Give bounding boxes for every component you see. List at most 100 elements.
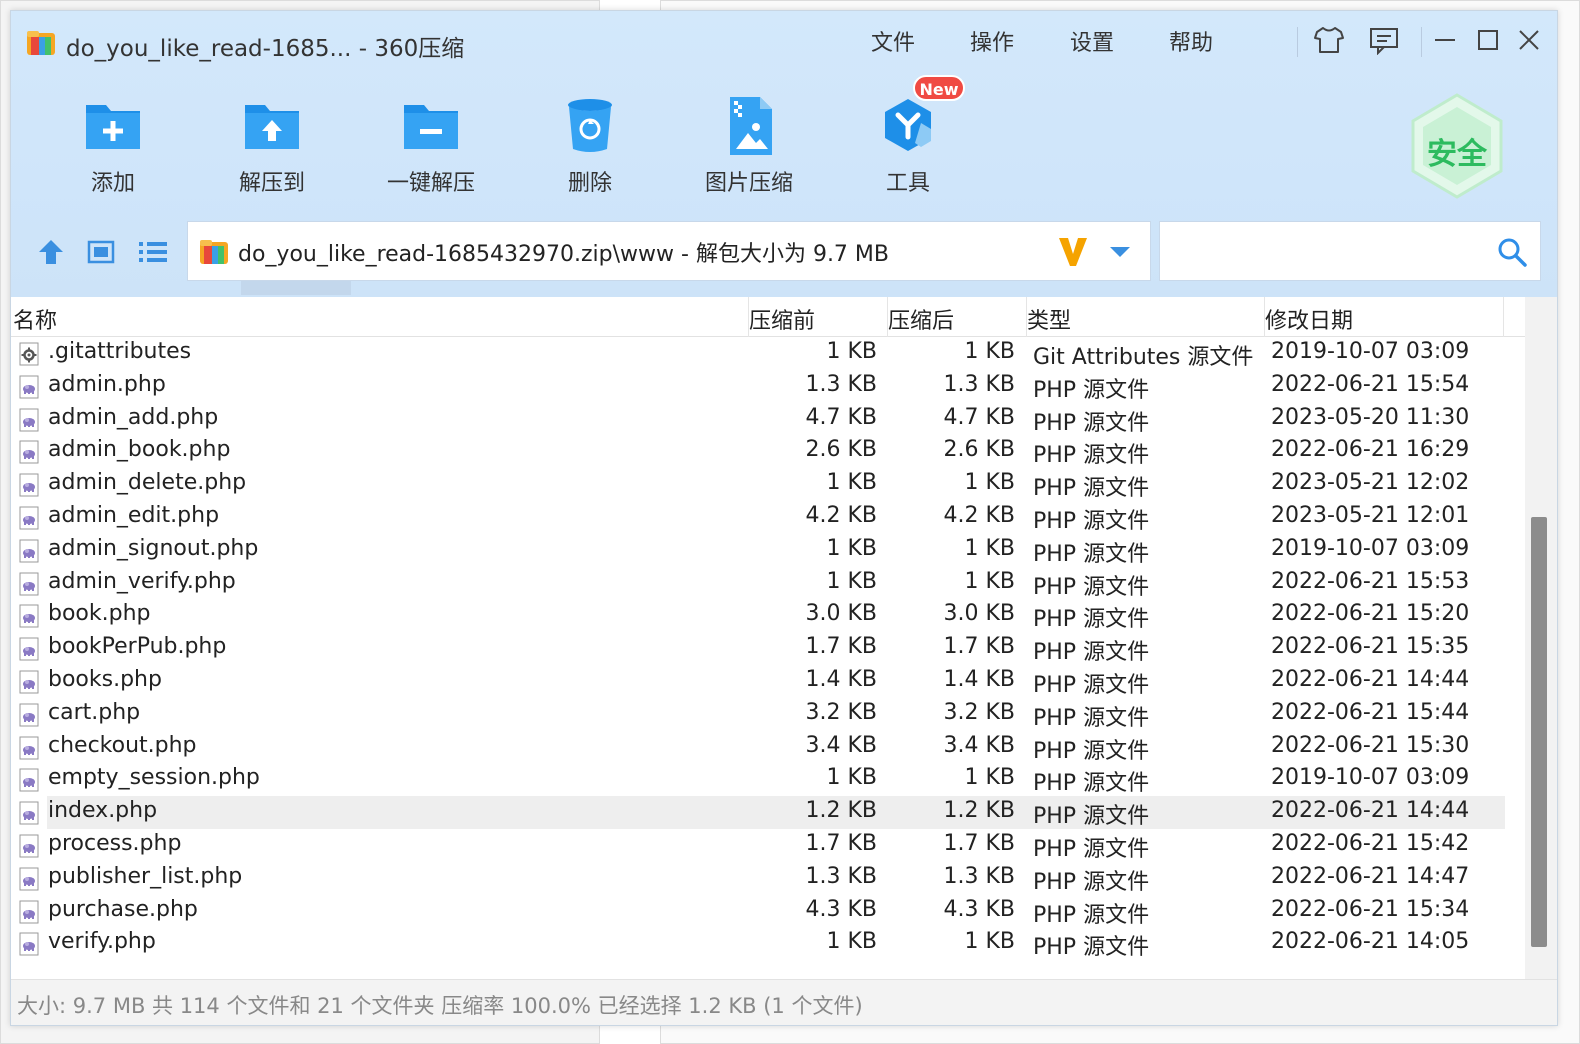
search-icon[interactable] xyxy=(1496,236,1528,268)
menu-settings[interactable]: 设置 xyxy=(1070,25,1114,57)
file-row[interactable]: empty_session.php 1 KB 1 KB PHP 源文件 2019-10-… xyxy=(11,763,1525,796)
file-row[interactable]: admin_signout.php 1 KB 1 KB PHP 源文件 2019-10-… xyxy=(11,534,1525,567)
file-size: 4.3 KB xyxy=(805,896,878,922)
file-modified-date: 2022-06-21 14:05 xyxy=(1271,929,1470,955)
file-row[interactable]: index.php 1.2 KB 1.2 KB PHP 源文件 2022-06-21 1… xyxy=(11,796,1525,829)
php-file-icon xyxy=(19,932,39,956)
file-modified-date: 2019-10-07 03:09 xyxy=(1271,535,1470,561)
file-name: admin_verify.php xyxy=(48,568,236,594)
thumbnail-view-button[interactable] xyxy=(81,231,121,273)
column-type[interactable]: 类型 xyxy=(1027,303,1071,335)
file-row[interactable]: book.php 3.0 KB 3.0 KB PHP 源文件 2022-06-21 15… xyxy=(11,599,1525,632)
php-file-icon xyxy=(19,572,39,596)
file-row[interactable]: verify.php 1 KB 1 KB PHP 源文件 2022-06-21 14:0… xyxy=(11,927,1525,960)
one-click-extract-icon xyxy=(404,105,458,149)
file-type: PHP 源文件 xyxy=(1033,476,1150,502)
column-size[interactable]: 压缩前 xyxy=(749,303,815,335)
maximize-button[interactable] xyxy=(1470,23,1506,57)
file-size: 1 KB xyxy=(826,339,877,364)
extract-to-button[interactable]: 解压到 xyxy=(212,93,332,203)
search-input[interactable] xyxy=(1168,230,1488,272)
file-name: empty_session.php xyxy=(48,765,260,791)
file-size: 1 KB xyxy=(826,535,877,561)
minimize-icon xyxy=(1435,39,1455,41)
file-type: PHP 源文件 xyxy=(1033,541,1150,567)
column-name[interactable]: 名称 xyxy=(13,303,57,335)
menu-file[interactable]: 文件 xyxy=(871,25,915,57)
column-compressed[interactable]: 压缩后 xyxy=(888,303,954,335)
file-row[interactable]: .gitattributes 1 KB 1 KB Git Attributes 源文件… xyxy=(11,337,1525,370)
status-bar: 大小: 9.7 MB 共 114 个文件和 21 个文件夹 压缩率 100.0%… xyxy=(11,979,1557,1025)
file-name: cart.php xyxy=(48,699,141,725)
file-compressed-size: 3.4 KB xyxy=(943,732,1016,758)
menu-help[interactable]: 帮助 xyxy=(1169,25,1213,57)
file-type: PHP 源文件 xyxy=(1033,771,1150,797)
delete-button[interactable]: 删除 xyxy=(530,93,650,203)
file-compressed-size: 1.7 KB xyxy=(943,634,1016,660)
column-divider[interactable] xyxy=(1503,297,1504,337)
file-size: 1.2 KB xyxy=(805,798,878,824)
php-file-icon xyxy=(19,604,39,628)
one-click-extract-button[interactable]: 一键解压 xyxy=(371,93,491,203)
file-name: bookPerPub.php xyxy=(48,634,227,660)
file-modified-date: 2022-06-21 14:44 xyxy=(1271,798,1470,824)
minimize-button[interactable] xyxy=(1427,23,1463,57)
scrollbar-thumb[interactable] xyxy=(1531,517,1547,947)
file-row[interactable]: admin_delete.php 1 KB 1 KB PHP 源文件 2023-05-2… xyxy=(11,468,1525,501)
up-level-button[interactable] xyxy=(31,231,71,273)
file-row[interactable]: admin_edit.php 4.2 KB 4.2 KB PHP 源文件 2023-05… xyxy=(11,501,1525,534)
file-row[interactable]: admin_verify.php 1 KB 1 KB PHP 源文件 2022-06-2… xyxy=(11,567,1525,600)
security-shield[interactable]: 安全 xyxy=(1407,91,1507,203)
file-modified-date: 2022-06-21 15:44 xyxy=(1271,699,1470,725)
file-row[interactable]: books.php 1.4 KB 1.4 KB PHP 源文件 2022-06-21 1… xyxy=(11,665,1525,698)
tools-button[interactable]: 工具 xyxy=(848,93,968,203)
file-row[interactable]: bookPerPub.php 1.7 KB 1.7 KB PHP 源文件 2022-06… xyxy=(11,632,1525,665)
file-list: 名称 压缩前 压缩后 类型 修改日期 .gitattributes 1 KB 1 K… xyxy=(11,297,1525,979)
file-row[interactable]: admin.php 1.3 KB 1.3 KB PHP 源文件 2022-06-21 1… xyxy=(11,370,1525,403)
arrow-up-icon xyxy=(39,240,63,264)
chevron-down-icon[interactable] xyxy=(1108,244,1132,260)
app-window: do_you_like_read-1685... - 360压缩 文件 操作 设… xyxy=(10,10,1558,1026)
menu-operation[interactable]: 操作 xyxy=(970,25,1014,57)
close-button[interactable] xyxy=(1511,23,1547,57)
file-row[interactable]: admin_book.php 2.6 KB 2.6 KB PHP 源文件 2022-06… xyxy=(11,435,1525,468)
column-modified[interactable]: 修改日期 xyxy=(1265,303,1353,335)
vertical-scrollbar[interactable] xyxy=(1525,297,1557,979)
file-type: PHP 源文件 xyxy=(1033,410,1150,436)
add-button[interactable]: 添加 xyxy=(53,93,173,203)
feedback-button[interactable] xyxy=(1366,23,1402,57)
file-size: 3.2 KB xyxy=(805,699,878,725)
file-row[interactable]: purchase.php 4.3 KB 4.3 KB PHP 源文件 2022-06-2… xyxy=(11,895,1525,928)
tools-label: 工具 xyxy=(885,171,930,196)
file-compressed-size: 4.3 KB xyxy=(943,896,1016,922)
panel-splitter[interactable] xyxy=(241,281,351,295)
delete-label: 删除 xyxy=(567,171,612,196)
file-size: 2.6 KB xyxy=(805,437,878,463)
file-row[interactable]: cart.php 3.2 KB 3.2 KB PHP 源文件 2022-06-21 15… xyxy=(11,698,1525,731)
skin-button[interactable] xyxy=(1311,23,1347,57)
file-name: admin_delete.php xyxy=(48,470,247,496)
file-size: 1.7 KB xyxy=(805,634,878,660)
php-file-icon xyxy=(19,670,39,694)
file-row[interactable]: admin_add.php 4.7 KB 4.7 KB PHP 源文件 2023-05-… xyxy=(11,403,1525,436)
close-icon xyxy=(1519,30,1539,50)
file-row[interactable]: checkout.php 3.4 KB 3.4 KB PHP 源文件 2022-06-2… xyxy=(11,731,1525,764)
file-row[interactable]: process.php 1.7 KB 1.7 KB PHP 源文件 2022-06-21… xyxy=(11,829,1525,862)
title-separator xyxy=(1297,27,1298,57)
php-file-icon xyxy=(19,834,39,858)
title-bar[interactable]: do_you_like_read-1685... - 360压缩 文件 操作 设… xyxy=(11,11,1557,71)
file-row[interactable]: publisher_list.php 1.3 KB 1.3 KB PHP 源文件 202… xyxy=(11,862,1525,895)
file-type: PHP 源文件 xyxy=(1033,377,1150,403)
maximize-icon xyxy=(1478,30,1498,50)
image-compress-button[interactable]: 图片压缩 xyxy=(689,93,809,203)
file-compressed-size: 1 KB xyxy=(964,568,1015,594)
list-view-button[interactable] xyxy=(133,231,173,273)
file-name: admin_signout.php xyxy=(48,535,259,561)
file-type: PHP 源文件 xyxy=(1033,607,1150,633)
v-badge-icon[interactable] xyxy=(1056,234,1090,270)
search-box[interactable] xyxy=(1159,221,1541,281)
file-type: PHP 源文件 xyxy=(1033,508,1150,534)
address-bar[interactable]: do_you_like_read-1685432970.zip\www - 解包… xyxy=(187,221,1151,281)
image-compress-icon xyxy=(730,97,772,155)
file-compressed-size: 1 KB xyxy=(964,929,1015,955)
